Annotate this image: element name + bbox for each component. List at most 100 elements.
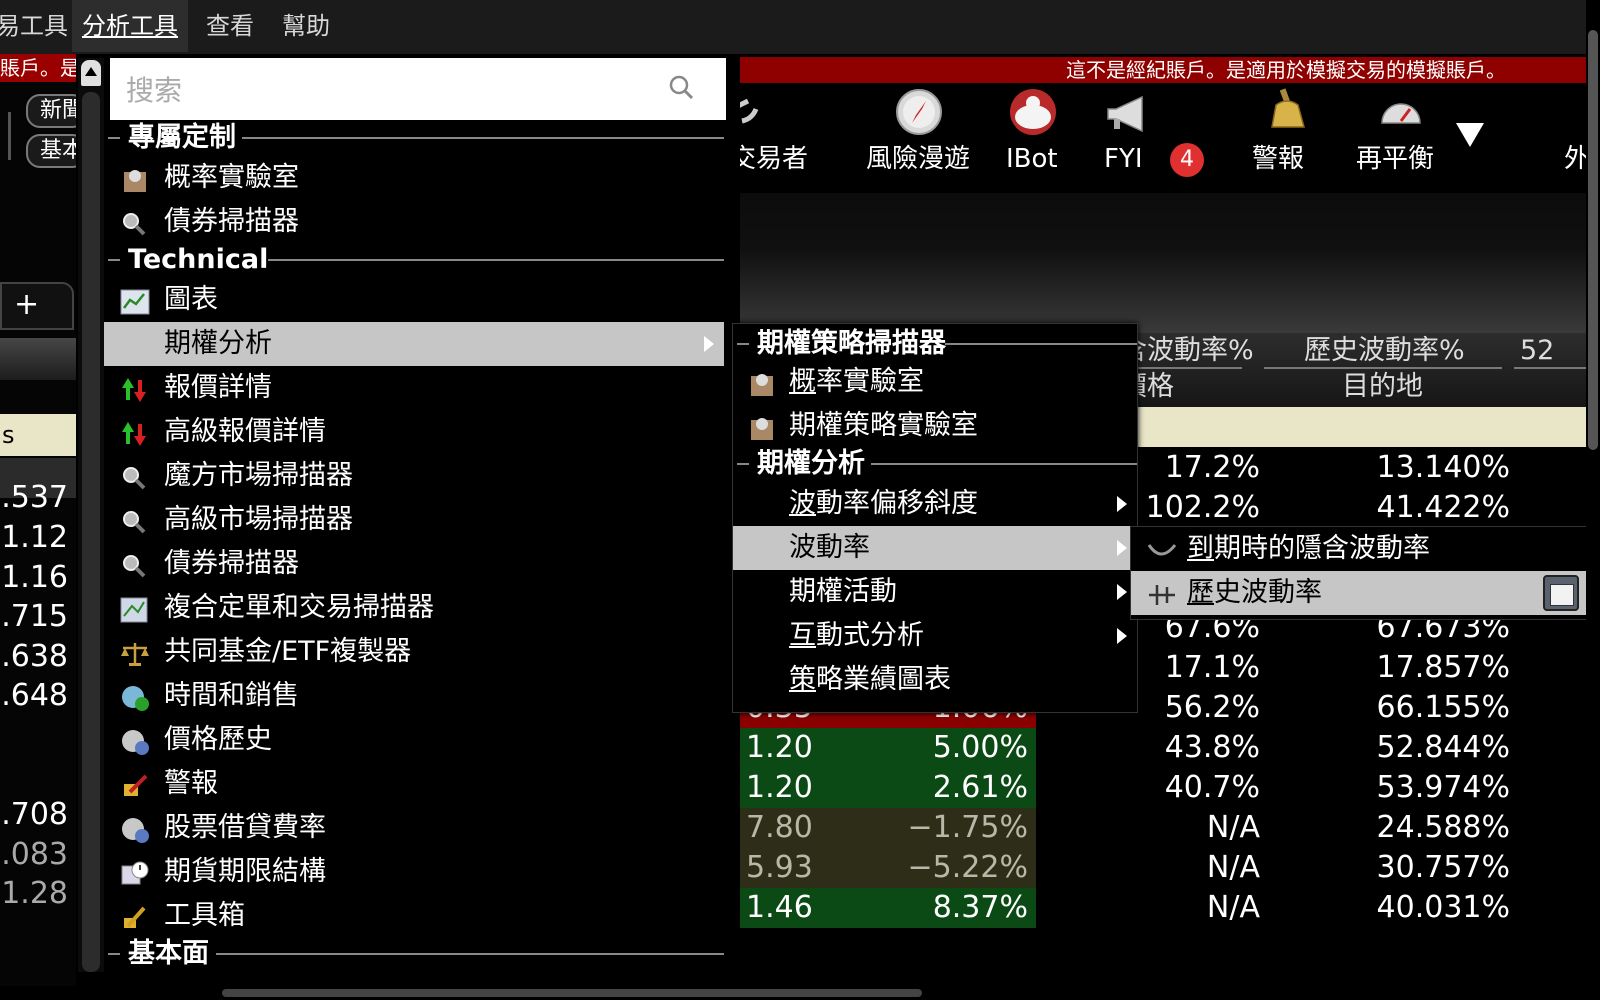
vertical-scrollbar[interactable] — [1586, 0, 1600, 1000]
hist-vol-cell: 17.857% — [1376, 650, 1510, 685]
menu-item-combo-scanner[interactable]: 複合定單和交易掃描器 — [104, 586, 724, 630]
submenu-item-historical-volatility[interactable]: 歷史波動率 — [1131, 571, 1587, 615]
toolbar-more-icon[interactable] — [1456, 123, 1484, 147]
basic-button[interactable]: 基本 — [26, 134, 76, 168]
scroll-thumb[interactable] — [82, 92, 100, 972]
scroll-thumb[interactable] — [1588, 30, 1598, 450]
toolbar-rebalance[interactable]: 再平衡 — [1356, 83, 1446, 193]
divider — [8, 112, 11, 160]
scroll-thumb[interactable] — [222, 989, 922, 997]
menu-item-cube-scanner[interactable]: 魔方市場掃描器 — [104, 454, 724, 498]
notification-badge: 4 — [1170, 143, 1204, 177]
search-icon[interactable] — [668, 74, 694, 100]
menu-item-label: 互動式分析 — [789, 620, 924, 651]
submenu-section-strategy-scanner: 期權策略掃描器 — [733, 324, 1137, 364]
table-row[interactable]: 5.93 −5.22% N/A 30.757% — [740, 848, 1586, 888]
menubar: 易工具 分析工具 查看 幫助 — [0, 0, 1600, 54]
menu-item-advanced-market-scanner[interactable]: 高級市場掃描器 — [104, 498, 724, 542]
submenu-item-strategy-performance[interactable]: 策略業績圖表 — [733, 658, 1137, 702]
left-value: .715 — [1, 599, 68, 634]
toolbar-ibot[interactable]: IBot — [1006, 83, 1076, 193]
menu-item-label: 圖表 — [164, 284, 218, 315]
menu-item-bond-scanner-2[interactable]: 債券掃描器 — [104, 542, 724, 586]
menu-item-futures-term-structure[interactable]: 期貨期限結構 — [104, 850, 724, 894]
implied-vol-cell: 40.7% — [1164, 770, 1260, 805]
combo-scanner-icon — [120, 594, 150, 623]
menu-item-price-history[interactable]: 價格歷史 — [104, 718, 724, 762]
implied-vol-cell: N/A — [1206, 850, 1260, 885]
menu-item-label: 複合定單和交易掃描器 — [164, 592, 434, 623]
menu-item-label: 時間和銷售 — [164, 680, 299, 711]
menu-item-option-analytics[interactable]: 期權分析 — [104, 322, 724, 366]
menu-item-stock-loan-rates[interactable]: 股票借貸費率 — [104, 806, 724, 850]
submenu-item-option-activity[interactable]: 期權活動 — [733, 570, 1137, 614]
menu-item-bond-scanner[interactable]: 債券掃描器 — [104, 200, 724, 244]
add-tab-button[interactable]: + — [0, 282, 74, 330]
table-row[interactable]: 1.20 2.61% 40.7% 53.974% — [740, 768, 1586, 808]
left-value: 1.28 — [1, 876, 68, 911]
implied-vol-cell: 102.2% — [1145, 490, 1260, 525]
submenu-arrow-icon — [1117, 628, 1127, 644]
menu-scrollbar[interactable] — [78, 58, 104, 972]
table-row[interactable]: 1.46 8.37% N/A 40.031% — [740, 888, 1586, 928]
submenu-item-volatility[interactable]: 波動率 — [733, 526, 1137, 570]
column-header-hist-vol[interactable]: 歷史波動率% — [1304, 333, 1465, 369]
price-cell: 1.20 — [746, 770, 813, 805]
section-title: 期權策略掃描器 — [757, 328, 946, 359]
menu-item-toolbox[interactable]: 工具箱 — [104, 894, 724, 938]
table-row[interactable]: 7.80 −1.75% N/A 24.588% — [740, 808, 1586, 848]
menu-analysis-tools[interactable]: 分析工具 — [72, 0, 188, 52]
menu-item-charts[interactable]: 圖表 — [104, 278, 724, 322]
column-header-implied-vol[interactable]: 含波動率% — [1120, 333, 1254, 369]
menu-view[interactable]: 查看 — [196, 0, 264, 52]
price-cell: 1.46 — [746, 890, 813, 925]
change-cell: 2.61% — [932, 770, 1028, 805]
option-analytics-submenu: 期權策略掃描器 概率實驗室 期權策略實驗室 期權分析 波動率偏移斜度 波動率 期… — [732, 323, 1138, 713]
menu-item-probability-lab[interactable]: 概率實驗室 — [104, 156, 724, 200]
menu-section-custom: 專屬定制 — [104, 118, 724, 158]
left-value: .083 — [1, 837, 68, 872]
news-button[interactable]: 新聞 — [26, 94, 76, 128]
menu-section-fundamentals: 基本面 — [104, 934, 724, 974]
toolbar-alerts[interactable]: 警報 — [1252, 83, 1322, 193]
table-row[interactable]: 1.20 5.00% 43.8% 52.844% — [740, 728, 1586, 768]
menu-item-advanced-quote-details[interactable]: 高級報價詳情 — [104, 410, 724, 454]
column-header-52w[interactable]: 52 — [1520, 333, 1554, 369]
toolbar-risk-navigator[interactable]: 風險漫遊 — [866, 83, 978, 193]
search-input[interactable] — [124, 66, 648, 114]
toolbar-traders[interactable]: 交易者 — [730, 83, 830, 193]
column-divider — [1264, 367, 1502, 369]
submenu-item-iv-at-expiry[interactable]: 到期時的隱含波動率 — [1131, 527, 1587, 571]
up-down-arrows-icon — [120, 374, 150, 402]
left-value: .708 — [1, 797, 68, 832]
submenu-item-strategy-lab[interactable]: 期權策略實驗室 — [733, 404, 1137, 448]
volatility-submenu: 到期時的隱含波動率 歷史波動率 — [1130, 526, 1588, 620]
hist-vol-cell: 53.974% — [1376, 770, 1510, 805]
price-cell: 7.80 — [746, 810, 813, 845]
submenu-item-interactive-analytics[interactable]: 互動式分析 — [733, 614, 1137, 658]
toolbar-fyi[interactable]: FYI 4 — [1102, 83, 1212, 193]
toolbox-pen-icon — [120, 902, 150, 930]
menu-item-label: 波動率 — [789, 532, 870, 563]
section-title: 基本面 — [128, 938, 209, 969]
menu-item-fund-replicator[interactable]: 共同基金/ETF複製器 — [104, 630, 724, 674]
magnifier-icon — [120, 506, 150, 534]
menu-item-label: 到期時的隱含波動率 — [1187, 533, 1430, 564]
menu-trade-tools[interactable]: 易工具 — [0, 0, 78, 52]
open-window-icon[interactable] — [1543, 575, 1579, 611]
horizontal-scrollbar[interactable] — [0, 986, 1586, 1000]
menu-item-time-and-sales[interactable]: 時間和銷售 — [104, 674, 724, 718]
column-header-destination[interactable]: 目的地 — [1342, 369, 1423, 405]
globe-clock-icon — [120, 814, 150, 843]
submenu-item-volatility-skew[interactable]: 波動率偏移斜度 — [733, 482, 1137, 526]
implied-vol-cell: 43.8% — [1164, 730, 1260, 765]
menu-item-label: 歷史波動率 — [1187, 577, 1322, 608]
submenu-item-probability-lab[interactable]: 概率實驗室 — [733, 360, 1137, 404]
menu-item-alerts[interactable]: 警報 — [104, 762, 724, 806]
alert-pen-icon — [120, 770, 150, 798]
scroll-up-arrow-icon[interactable] — [81, 60, 101, 86]
menu-item-quote-details[interactable]: 報價詳情 — [104, 366, 724, 410]
menu-help[interactable]: 幫助 — [272, 0, 340, 52]
menu-item-label: 期貨期限結構 — [164, 856, 326, 887]
menu-item-label: 期權活動 — [789, 576, 897, 607]
